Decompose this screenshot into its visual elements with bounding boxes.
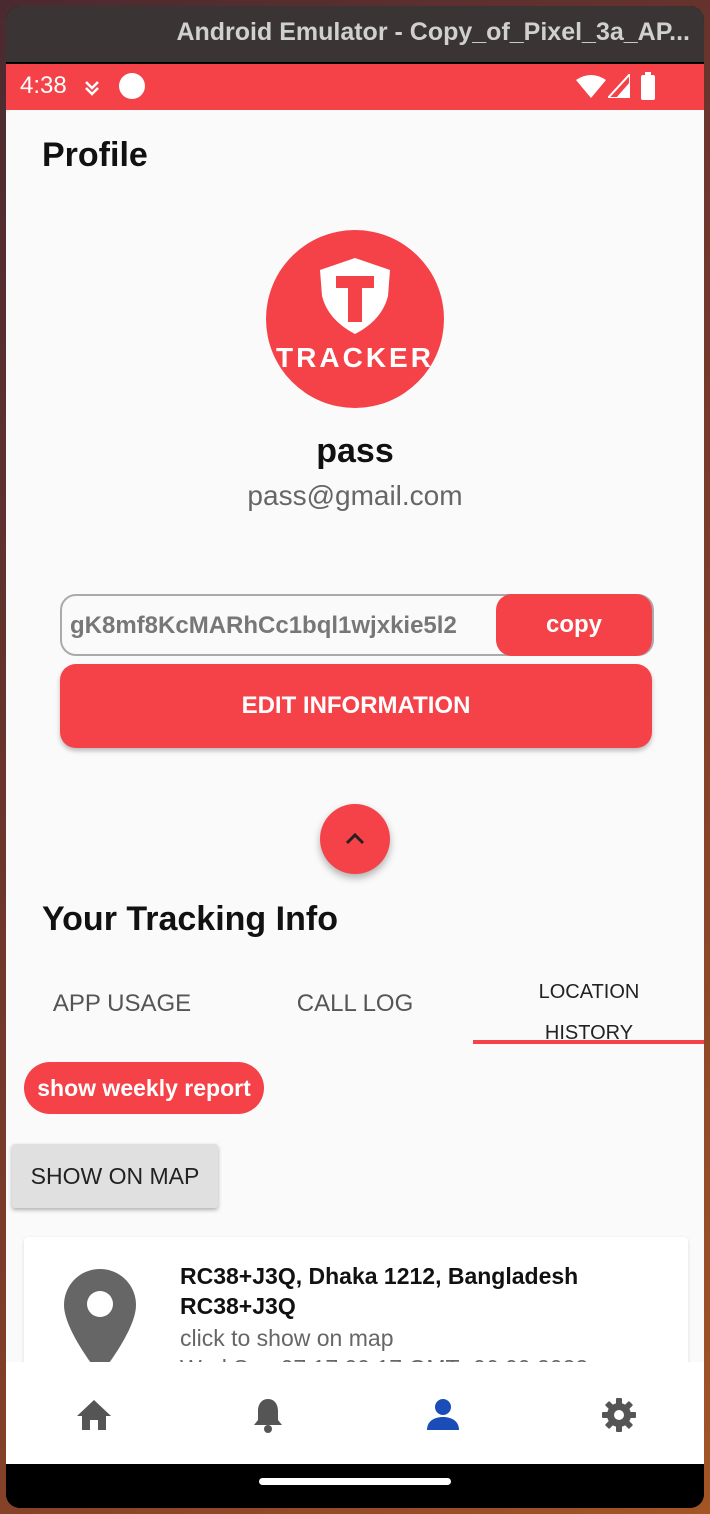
battery-icon [641, 72, 655, 100]
location-address: RC38+J3Q, Dhaka 1212, Bangladesh RC38+J3… [180, 1261, 650, 1321]
show-weekly-report-button[interactable]: show weekly report [24, 1062, 264, 1114]
logo-text: TRACKER [276, 342, 434, 373]
location-address-line2: RC38+J3Q [180, 1293, 296, 1319]
tab-label-line1: LOCATION [538, 981, 640, 1003]
tab-location-history[interactable]: LOCATION HISTORY [473, 964, 704, 1044]
shield-icon [320, 258, 390, 334]
location-address-line1: RC38+J3Q, Dhaka 1212, Bangladesh [180, 1263, 579, 1289]
chevron-up-icon [345, 832, 365, 845]
copy-button[interactable]: copy [496, 594, 652, 656]
user-name: pass [316, 432, 394, 470]
tab-label: APP USAGE [52, 990, 192, 1017]
emulator-window: Android Emulator - Copy_of_Pixel_3a_AP..… [6, 6, 704, 1508]
download-icon [85, 81, 99, 96]
page-title: Profile [42, 136, 148, 174]
settings-icon[interactable] [600, 1396, 638, 1434]
tab-call-log[interactable]: CALL LOG [239, 964, 471, 1042]
home-gesture-pill[interactable] [259, 1478, 451, 1485]
tab-label: CALL LOG [296, 990, 414, 1017]
bottom-navigation [6, 1362, 704, 1464]
status-bar: 4:38 [6, 64, 704, 110]
phone-screen: 4:38 Profile TRACKER pass pass@gmail.com… [6, 64, 704, 1464]
status-time: 4:38 [20, 72, 67, 99]
system-navigation-bar [6, 1464, 704, 1508]
location-hint: click to show on map [180, 1325, 394, 1351]
tab-app-usage[interactable]: APP USAGE [6, 964, 238, 1042]
location-pin-icon [64, 1269, 136, 1375]
active-tab-indicator [473, 1040, 704, 1044]
scroll-up-button[interactable] [320, 804, 390, 874]
user-email: pass@gmail.com [247, 480, 463, 511]
circle-icon [119, 73, 145, 99]
person-icon[interactable] [424, 1396, 462, 1434]
home-icon[interactable] [75, 1396, 113, 1434]
bell-icon[interactable] [249, 1396, 287, 1434]
window-title: Android Emulator - Copy_of_Pixel_3a_AP..… [176, 18, 690, 46]
user-id-text[interactable]: gK8mf8KcMARhCc1bql1wjxkie5l2 [70, 612, 457, 640]
show-on-map-button[interactable]: SHOW ON MAP [12, 1144, 218, 1208]
tracking-info-title: Your Tracking Info [42, 900, 338, 938]
tracker-logo: TRACKER [266, 230, 444, 408]
edit-information-button[interactable]: EDIT INFORMATION [60, 664, 652, 748]
signal-icon [608, 74, 630, 98]
window-titlebar: Android Emulator - Copy_of_Pixel_3a_AP..… [6, 6, 704, 62]
wifi-icon [576, 75, 606, 98]
